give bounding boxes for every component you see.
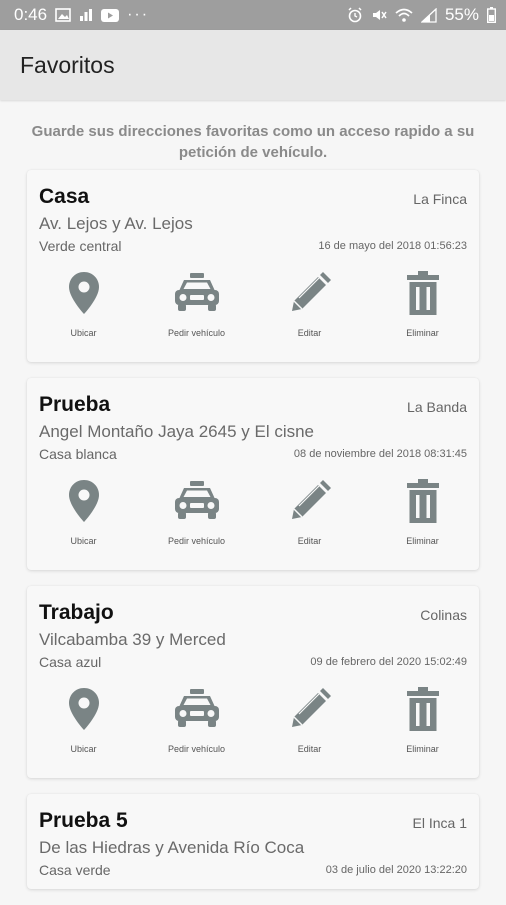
request-vehicle-label: Pedir vehículo	[167, 744, 226, 754]
locate-label: Ubicar	[70, 328, 97, 338]
favorite-date: 09 de febrero del 2020 15:02:49	[310, 656, 467, 668]
edit-label: Editar	[297, 328, 322, 338]
request-vehicle-label: Pedir vehículo	[167, 328, 226, 338]
locate-label: Ubicar	[70, 744, 97, 754]
request-vehicle-button[interactable]: Pedir vehículo	[140, 478, 253, 550]
favorite-reference: Verde central	[39, 238, 122, 254]
request-vehicle-label: Pedir vehículo	[167, 536, 226, 546]
request-vehicle-button[interactable]: Pedir vehículo	[140, 270, 253, 342]
request-vehicle-button[interactable]: Pedir vehículo	[140, 686, 253, 758]
favorite-card: Casa La Finca Av. Lejos y Av. Lejos Verd…	[27, 170, 479, 362]
mute-icon	[371, 7, 387, 23]
intro-text: Guarde sus direcciones favoritas como un…	[31, 123, 475, 161]
edit-button[interactable]: Editar	[253, 686, 366, 758]
edit-label: Editar	[297, 536, 322, 546]
favorite-address: Angel Montaño Jaya 2645 y El cisne	[39, 422, 315, 441]
locate-button[interactable]: Ubicar	[27, 478, 140, 550]
favorite-actions: Ubicar Pedir vehículo Editar Eliminar	[27, 270, 479, 342]
map-pin-icon	[68, 686, 100, 732]
favorite-reference: Casa blanca	[39, 446, 117, 462]
edit-label: Editar	[297, 744, 322, 754]
favorite-zone: Colinas	[420, 607, 467, 623]
more-notifications-icon: ···	[127, 6, 150, 23]
app-bar: Favoritos	[0, 30, 506, 100]
page-title: Favoritos	[20, 51, 115, 78]
wifi-icon	[395, 8, 413, 23]
taxi-icon	[174, 478, 220, 524]
favorite-address: De las Hiedras y Avenida Río Coca	[39, 838, 305, 857]
favorite-name: Prueba	[39, 393, 111, 416]
pencil-icon	[289, 686, 331, 732]
signal-bars-icon	[79, 8, 93, 22]
taxi-icon	[174, 686, 220, 732]
image-icon	[55, 8, 71, 22]
favorite-name: Prueba 5	[39, 809, 128, 832]
favorite-actions: Ubicar Pedir vehículo Editar Eliminar	[27, 686, 479, 758]
pencil-icon	[289, 270, 331, 316]
alarm-icon	[347, 7, 363, 23]
favorite-address: Av. Lejos y Av. Lejos	[39, 214, 193, 233]
favorite-name: Casa	[39, 185, 90, 208]
trash-icon	[406, 478, 439, 524]
favorites-list: Casa La Finca Av. Lejos y Av. Lejos Verd…	[27, 170, 479, 905]
map-pin-icon	[68, 270, 100, 316]
map-pin-icon	[68, 478, 100, 524]
battery-icon	[487, 7, 496, 23]
delete-label: Eliminar	[406, 328, 439, 338]
locate-button[interactable]: Ubicar	[27, 686, 140, 758]
favorite-card: Prueba La Banda Angel Montaño Jaya 2645 …	[27, 378, 479, 570]
favorite-reference: Casa azul	[39, 654, 102, 670]
favorite-name: Trabajo	[39, 601, 114, 624]
favorite-date: 16 de mayo del 2018 01:56:23	[318, 240, 467, 252]
edit-button[interactable]: Editar	[253, 270, 366, 342]
youtube-icon	[101, 8, 120, 22]
edit-button[interactable]: Editar	[253, 478, 366, 550]
delete-button[interactable]: Eliminar	[366, 478, 479, 550]
delete-button[interactable]: Eliminar	[366, 686, 479, 758]
trash-icon	[406, 686, 439, 732]
delete-label: Eliminar	[406, 744, 439, 754]
trash-icon	[406, 270, 439, 316]
favorite-actions: Ubicar Pedir vehículo Editar Eliminar	[27, 478, 479, 550]
pencil-icon	[289, 478, 331, 524]
favorite-date: 03 de julio del 2020 13:22:20	[325, 864, 467, 876]
favorite-zone: El Inca 1	[412, 815, 467, 831]
favorite-zone: La Finca	[413, 191, 467, 207]
status-bar: 0:46 ··· 55%	[0, 0, 506, 30]
favorite-card: Prueba 5 El Inca 1 De las Hiedras y Aven…	[27, 794, 479, 889]
cell-signal-icon	[420, 7, 437, 23]
delete-button[interactable]: Eliminar	[366, 270, 479, 342]
favorite-zone: La Banda	[407, 399, 467, 415]
clock: 0:46	[14, 5, 48, 24]
favorite-date: 08 de noviembre del 2018 08:31:45	[293, 448, 467, 460]
taxi-icon	[174, 270, 220, 316]
delete-label: Eliminar	[406, 536, 439, 546]
favorite-address: Vilcabamba 39 y Merced	[39, 630, 226, 649]
favorite-card: Trabajo Colinas Vilcabamba 39 y Merced C…	[27, 586, 479, 778]
locate-label: Ubicar	[70, 536, 97, 546]
battery-percent: 55%	[444, 5, 479, 24]
locate-button[interactable]: Ubicar	[27, 270, 140, 342]
favorite-reference: Casa verde	[39, 862, 111, 878]
